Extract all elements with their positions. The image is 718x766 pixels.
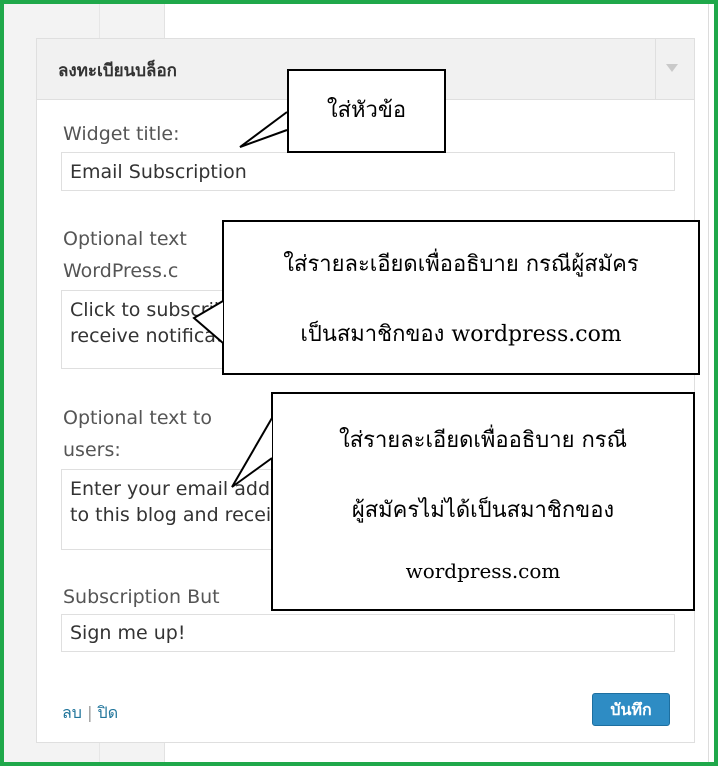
callout-other-tail (231, 417, 273, 488)
